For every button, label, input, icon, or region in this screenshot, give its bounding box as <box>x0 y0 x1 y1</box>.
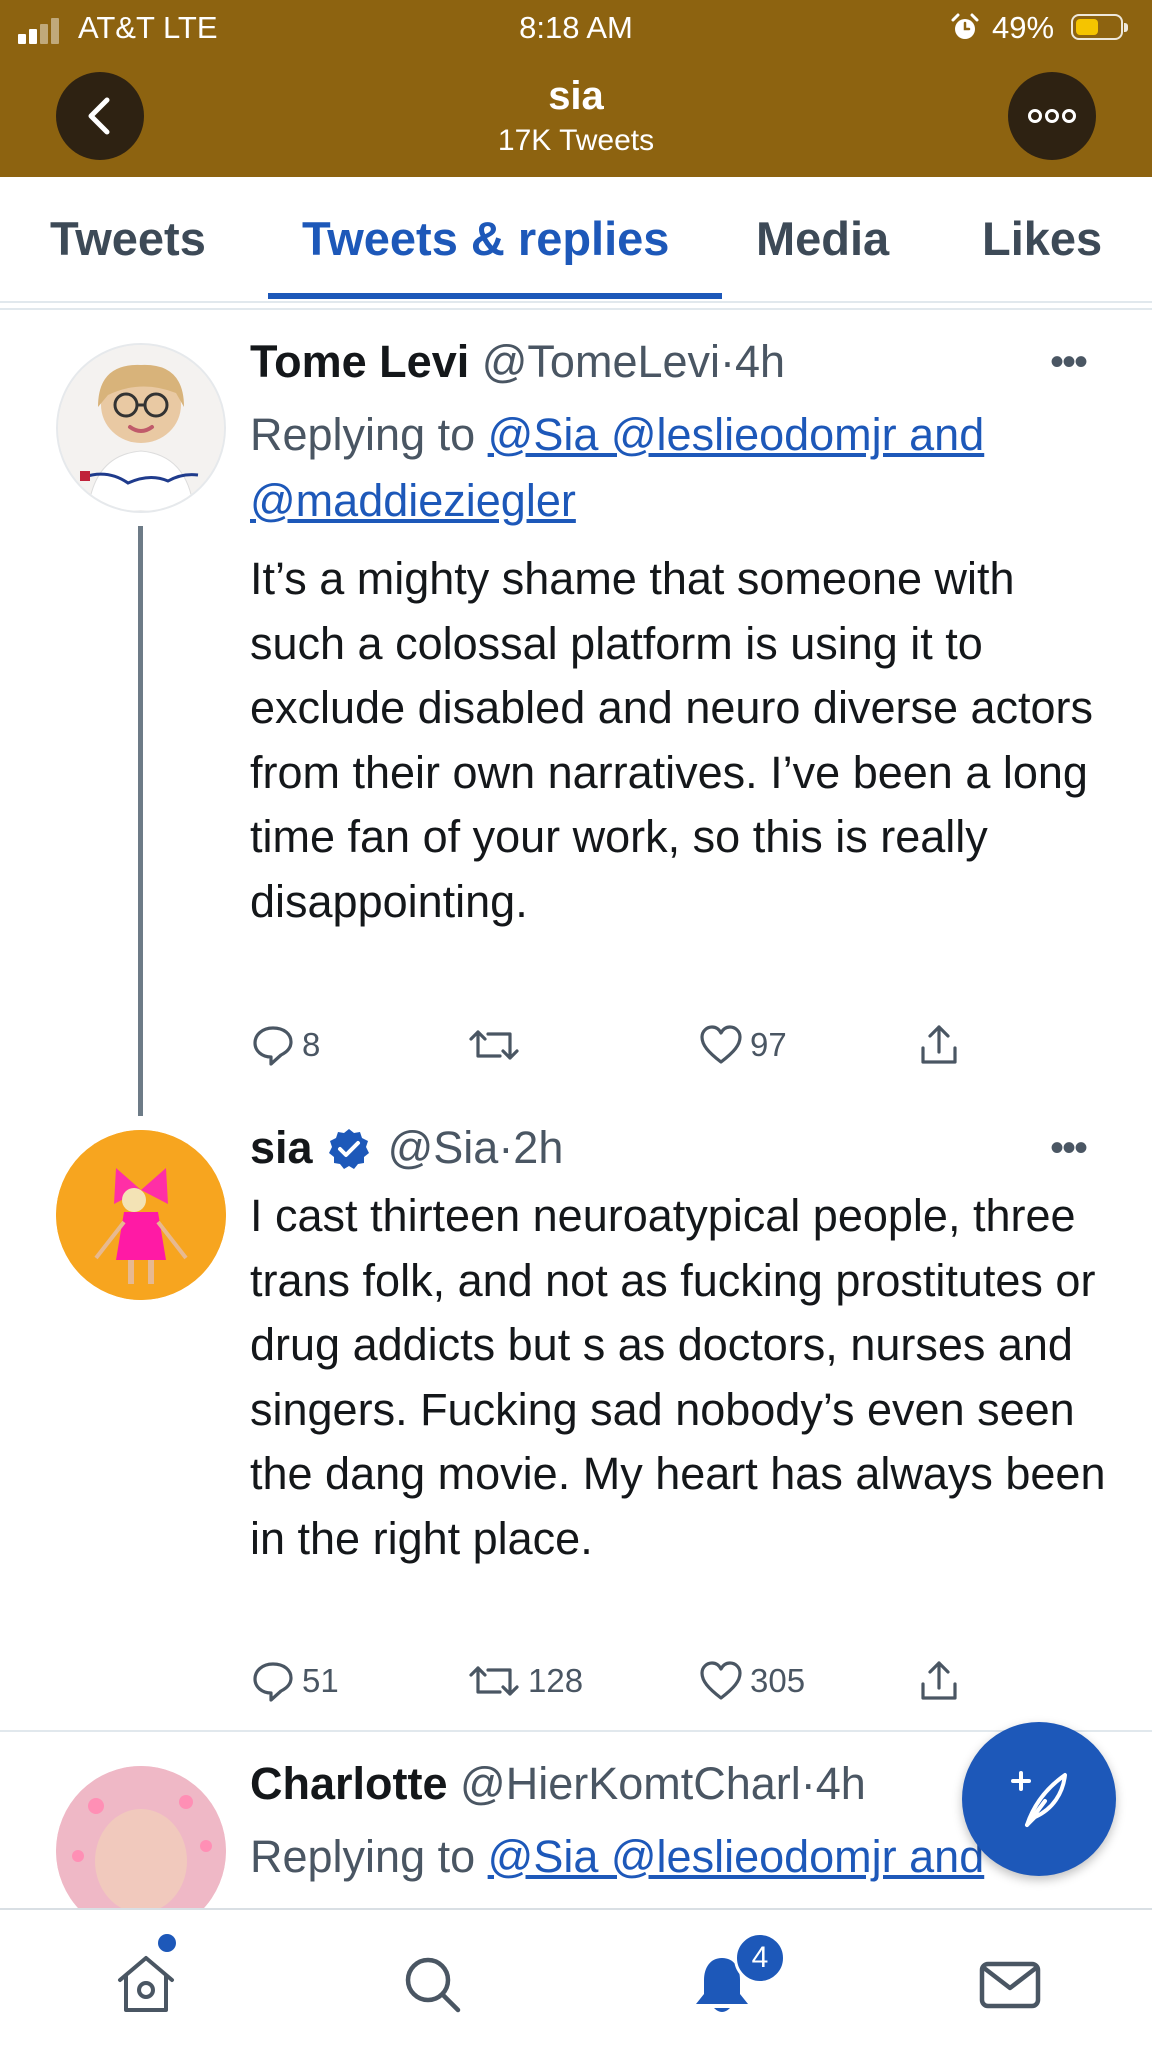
divider <box>0 308 1152 310</box>
tweet-text: It’s a mighty shame that someone with su… <box>250 553 1094 927</box>
retweet-button[interactable] <box>466 1020 528 1070</box>
tab-tweets-and-replies[interactable]: Tweets & replies <box>302 211 669 266</box>
author-handle-time: @TomeLevi·4h <box>481 336 786 387</box>
tweet-actions: 8 97 <box>250 1020 990 1070</box>
tweet-count: 17K Tweets <box>497 124 655 157</box>
tweet-header: Tome Levi @TomeLevi·4h <box>250 336 785 388</box>
battery-percent: 49% <box>992 10 1055 45</box>
compose-tweet-button[interactable] <box>962 1722 1116 1876</box>
status-bar: AT&T LTE 8:18 AM 49% <box>0 0 1152 58</box>
avatar[interactable] <box>56 1130 226 1300</box>
share-button[interactable] <box>916 1656 968 1706</box>
alarm-icon <box>951 13 979 39</box>
reply-button[interactable]: 8 <box>250 1020 320 1070</box>
tweet-header: Charlotte @HierKomtCharl·4h <box>250 1758 866 1810</box>
like-count: 305 <box>750 1662 806 1699</box>
reply-context: Replying to @Sia @leslieodomjr and <box>250 1824 1090 1890</box>
active-tab-indicator <box>268 293 722 299</box>
author-handle-time: @HierKomtCharl·4h <box>460 1758 866 1809</box>
reply-prefix: Replying to <box>250 409 488 460</box>
tab-tweets[interactable]: Tweets <box>50 211 206 266</box>
like-count: 97 <box>750 1026 787 1063</box>
search-icon[interactable] <box>398 1950 466 2018</box>
thread-line <box>138 526 143 1116</box>
tab-likes[interactable]: Likes <box>982 211 1102 266</box>
divider <box>0 1730 1152 1732</box>
more-icon <box>1028 109 1076 123</box>
like-button[interactable]: 97 <box>698 1020 787 1070</box>
reply-context: Replying to @Sia @leslieodomjr and @madd… <box>250 402 1090 534</box>
like-icon <box>700 1661 742 1700</box>
verified-icon <box>329 1129 370 1169</box>
like-button[interactable]: 305 <box>698 1656 805 1706</box>
share-icon <box>921 1025 957 1064</box>
retweet-icon <box>469 1666 519 1696</box>
avatar[interactable] <box>56 343 226 513</box>
retweet-icon <box>469 1030 519 1060</box>
author-name[interactable]: Charlotte <box>250 1758 448 1809</box>
author-name[interactable]: sia <box>250 1122 313 1173</box>
like-icon <box>700 1025 742 1064</box>
reply-button[interactable]: 51 <box>250 1656 339 1706</box>
reply-count: 51 <box>302 1662 339 1699</box>
reply-prefix: Replying to <box>250 1831 488 1882</box>
reply-mentions[interactable]: @Sia @leslieodomjr and <box>488 1831 985 1882</box>
battery-icon <box>1071 14 1128 40</box>
reply-count: 8 <box>302 1026 321 1063</box>
profile-header: AT&T LTE 8:18 AM 49% sia 17K Tweets <box>0 0 1152 177</box>
author-handle-time: @Sia·2h <box>387 1122 564 1173</box>
home-icon[interactable] <box>112 1950 180 2018</box>
notification-badge: 4 <box>734 1932 786 1984</box>
tweet-actions: 51 128 305 <box>250 1656 990 1706</box>
author-name[interactable]: Tome Levi <box>250 336 469 387</box>
retweet-button[interactable]: 128 <box>466 1656 583 1706</box>
share-button[interactable] <box>916 1020 968 1070</box>
more-options-button[interactable] <box>1008 72 1096 160</box>
tweet-header: sia @Sia·2h <box>250 1122 563 1174</box>
profile-name: sia <box>548 74 604 118</box>
messages-icon[interactable] <box>976 1950 1044 2018</box>
reply-icon <box>253 1026 293 1066</box>
home-unread-dot <box>158 1934 176 1952</box>
profile-tabs: Tweets Tweets & replies Media Likes <box>0 177 1152 303</box>
tweet-text: I cast thirteen neuroatypical people, th… <box>250 1190 1106 1564</box>
reply-icon <box>253 1662 293 1702</box>
tweet-more-button[interactable]: ••• <box>1050 340 1088 385</box>
avatar-image <box>58 345 224 511</box>
retweet-count: 128 <box>528 1662 584 1699</box>
compose-icon <box>1011 1771 1067 1827</box>
tab-media[interactable]: Media <box>756 211 889 266</box>
share-icon <box>921 1661 957 1700</box>
tweet-more-button[interactable]: ••• <box>1050 1126 1088 1171</box>
avatar-image <box>56 1130 226 1300</box>
bottom-navigation <box>0 1908 1152 2050</box>
